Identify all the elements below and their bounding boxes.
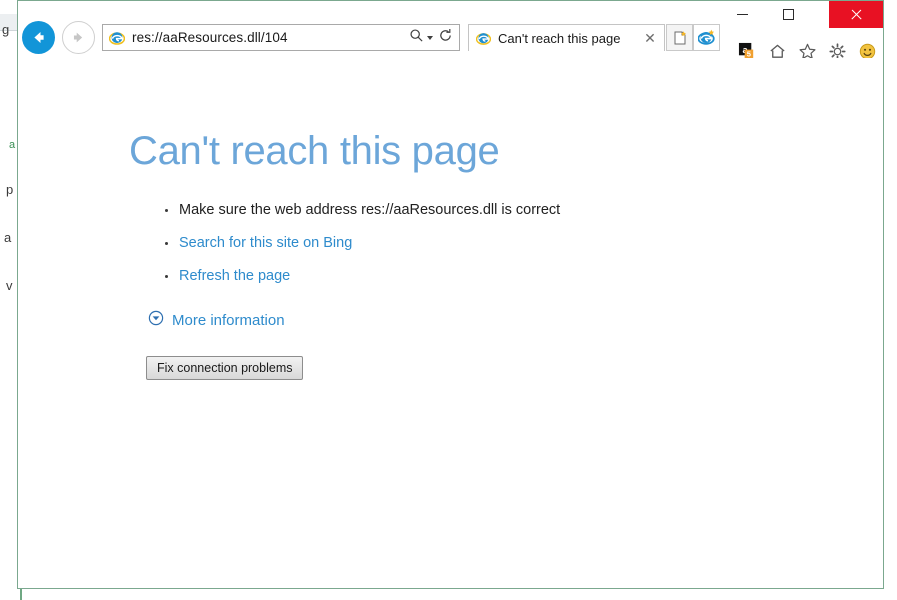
forward-button[interactable]	[62, 21, 95, 54]
background-text-fragment: a	[9, 139, 16, 151]
more-information-toggle[interactable]: More information	[148, 310, 285, 331]
search-icon[interactable]	[409, 28, 424, 48]
background-text-fragment: g	[2, 22, 10, 37]
tab-title: Can't reach this page	[498, 30, 621, 46]
minimize-icon	[736, 14, 748, 15]
address-input[interactable]: res://aaResources.dll/104	[128, 30, 409, 45]
list-item[interactable]: Refresh the page	[158, 267, 560, 285]
more-information-label: More information	[172, 312, 285, 329]
internet-explorer-icon	[473, 31, 493, 46]
refresh-icon[interactable]	[438, 28, 453, 48]
arrow-right-icon	[73, 32, 83, 43]
back-button[interactable]	[22, 21, 55, 54]
new-page-icon	[674, 30, 686, 44]
background-text-fragment: v	[6, 278, 13, 293]
address-bar-tools	[409, 28, 459, 48]
close-tab-button[interactable]: ✕	[640, 31, 664, 45]
internet-explorer-button[interactable]	[693, 24, 720, 51]
list-item: Make sure the web address res://aaResour…	[158, 201, 560, 219]
arrow-left-icon	[34, 32, 44, 43]
search-on-bing-link[interactable]: Search for this site on Bing	[179, 235, 352, 251]
address-bar[interactable]: res://aaResources.dll/104	[102, 24, 460, 51]
new-tab-button[interactable]	[666, 24, 693, 51]
browser-window: res://aaResources.dll/104 Can't reach th…	[17, 0, 884, 589]
suggestion-text: Make sure the web address res://aaResour…	[179, 202, 561, 218]
tab-cant-reach-this-page[interactable]: Can't reach this page ✕	[468, 24, 665, 51]
screen: g a p a v res://aaResources.dll/104 Can'…	[0, 0, 897, 600]
list-item[interactable]: Search for this site on Bing	[158, 234, 560, 252]
internet-explorer-icon	[698, 29, 715, 45]
navigation-bar: res://aaResources.dll/104 Can't reach th…	[18, 18, 883, 60]
refresh-page-link[interactable]: Refresh the page	[179, 268, 290, 284]
page-content: Can't reach this page Make sure the web …	[18, 58, 883, 588]
suggestion-list: Make sure the web address res://aaResour…	[158, 201, 560, 300]
background-text-fragment: p	[6, 182, 14, 197]
internet-explorer-icon	[106, 30, 128, 46]
background-text-fragment: a	[4, 230, 12, 245]
page-title: Can't reach this page	[129, 129, 500, 173]
chevron-down-icon[interactable]	[427, 35, 433, 40]
fix-connection-problems-button[interactable]: Fix connection problems	[146, 356, 304, 380]
chevron-down-circle-icon	[148, 310, 164, 331]
